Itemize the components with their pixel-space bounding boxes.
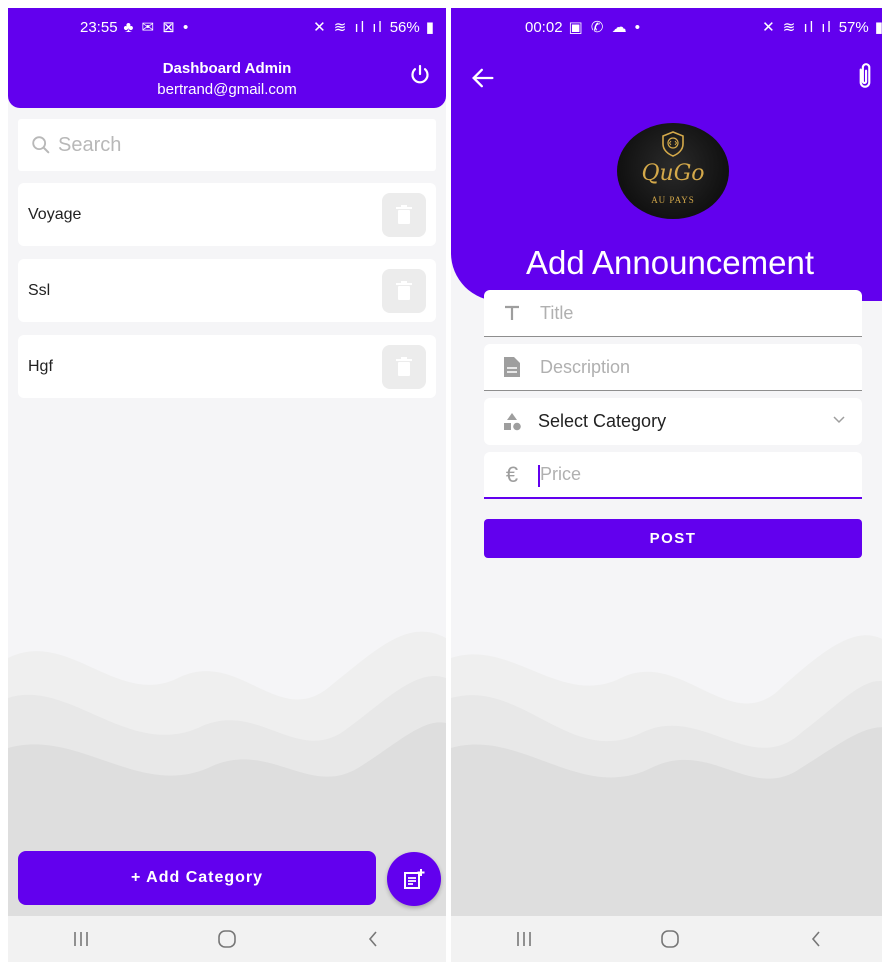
- app-bar: Dashboard Admin bertrand@gmail.com: [8, 46, 446, 108]
- price-input[interactable]: [538, 463, 842, 486]
- back-nav-button[interactable]: [343, 919, 403, 959]
- battery-level: 56%: [389, 18, 420, 36]
- post-add-icon: [404, 869, 425, 889]
- back-nav-button[interactable]: [786, 919, 846, 959]
- search-icon: [32, 136, 50, 154]
- recent-apps-button[interactable]: [51, 919, 111, 959]
- post-button[interactable]: POST: [484, 519, 862, 558]
- app-bar-title: Dashboard Admin: [162, 60, 292, 77]
- recents-icon: [517, 932, 531, 946]
- category-select-value: Select Category: [538, 411, 667, 431]
- recents-icon: [74, 932, 88, 946]
- dashboard-screen: 23:55 ♣ ✉ ⊠ • ✕ ≋ ıl ıl 56% ▮ Dashboard …: [8, 8, 446, 962]
- delete-button[interactable]: [382, 268, 426, 313]
- list-item[interactable]: Ssl: [18, 259, 436, 322]
- delete-button[interactable]: [382, 192, 426, 237]
- notification-icons: ♣ ✉ ⊠ •: [123, 19, 191, 36]
- title-field[interactable]: [484, 290, 862, 337]
- list-item[interactable]: Voyage: [18, 183, 436, 246]
- text-cursor: [538, 465, 540, 487]
- category-label: Hgf: [28, 357, 53, 375]
- description-icon: [500, 355, 524, 379]
- category-icon: [500, 410, 524, 434]
- text-format-icon: [500, 301, 524, 325]
- delete-button[interactable]: [382, 344, 426, 389]
- home-icon: [661, 930, 679, 948]
- status-bar: 00:02 ▣ ✆ ☁ • ✕ ≋ ıl ıl 57% ▮: [451, 8, 882, 46]
- announcement-form: Select Category € POST: [484, 290, 862, 558]
- status-time: 23:55: [80, 18, 118, 36]
- signal-icons: ✕ ≋ ıl ıl: [762, 19, 833, 36]
- battery-level: 57%: [838, 18, 869, 36]
- system-nav-bar: [451, 916, 882, 962]
- category-label: Ssl: [28, 281, 51, 299]
- category-list: Voyage Ssl Hgf: [18, 183, 436, 411]
- back-arrow-icon[interactable]: [469, 64, 497, 92]
- list-item[interactable]: Hgf: [18, 335, 436, 398]
- category-select[interactable]: Select Category: [484, 398, 862, 445]
- recent-apps-button[interactable]: [494, 919, 554, 959]
- price-field[interactable]: €: [484, 452, 862, 499]
- page-title: Add Announcement: [525, 244, 815, 281]
- back-chevron-icon: [811, 931, 820, 947]
- trash-icon: [396, 356, 412, 376]
- shield-icon: [662, 131, 684, 157]
- system-nav-bar: [8, 916, 446, 962]
- search-input[interactable]: [56, 132, 380, 158]
- add-category-button[interactable]: + Add Category: [18, 851, 376, 905]
- trash-icon: [396, 280, 412, 300]
- battery-icon: ▮: [425, 19, 434, 36]
- wave-background: [451, 635, 882, 918]
- euro-icon: €: [505, 461, 519, 487]
- user-email: bertrand@gmail.com: [157, 81, 297, 98]
- add-announcement-fab[interactable]: [387, 852, 441, 906]
- description-field[interactable]: [484, 344, 862, 391]
- home-button[interactable]: [197, 919, 257, 959]
- home-icon: [218, 930, 236, 948]
- attach-icon[interactable]: [851, 61, 879, 91]
- add-announcement-screen: 00:02 ▣ ✆ ☁ • ✕ ≋ ıl ıl 57% ▮ QuGo AU PA…: [451, 8, 882, 962]
- header: QuGo AU PAYS Add Announcement: [451, 46, 882, 301]
- trash-icon: [396, 204, 412, 224]
- search-bar[interactable]: [18, 119, 436, 171]
- status-time: 00:02: [525, 18, 563, 36]
- notification-icons: ▣ ✆ ☁ •: [568, 19, 643, 36]
- signal-icons: ✕ ≋ ıl ıl: [313, 19, 384, 36]
- logo-subtext: AU PAYS: [651, 195, 695, 205]
- battery-icon: ▮: [874, 19, 882, 36]
- logo-text: QuGo: [641, 161, 705, 186]
- title-input[interactable]: [538, 301, 842, 325]
- home-button[interactable]: [640, 919, 700, 959]
- status-bar: 23:55 ♣ ✉ ⊠ • ✕ ≋ ıl ıl 56% ▮: [8, 8, 446, 46]
- category-label: Voyage: [28, 205, 82, 223]
- chevron-down-icon: [833, 416, 845, 424]
- brand-logo: QuGo AU PAYS: [617, 123, 729, 219]
- power-icon[interactable]: [408, 63, 432, 87]
- description-input[interactable]: [538, 355, 842, 379]
- back-chevron-icon: [368, 931, 377, 947]
